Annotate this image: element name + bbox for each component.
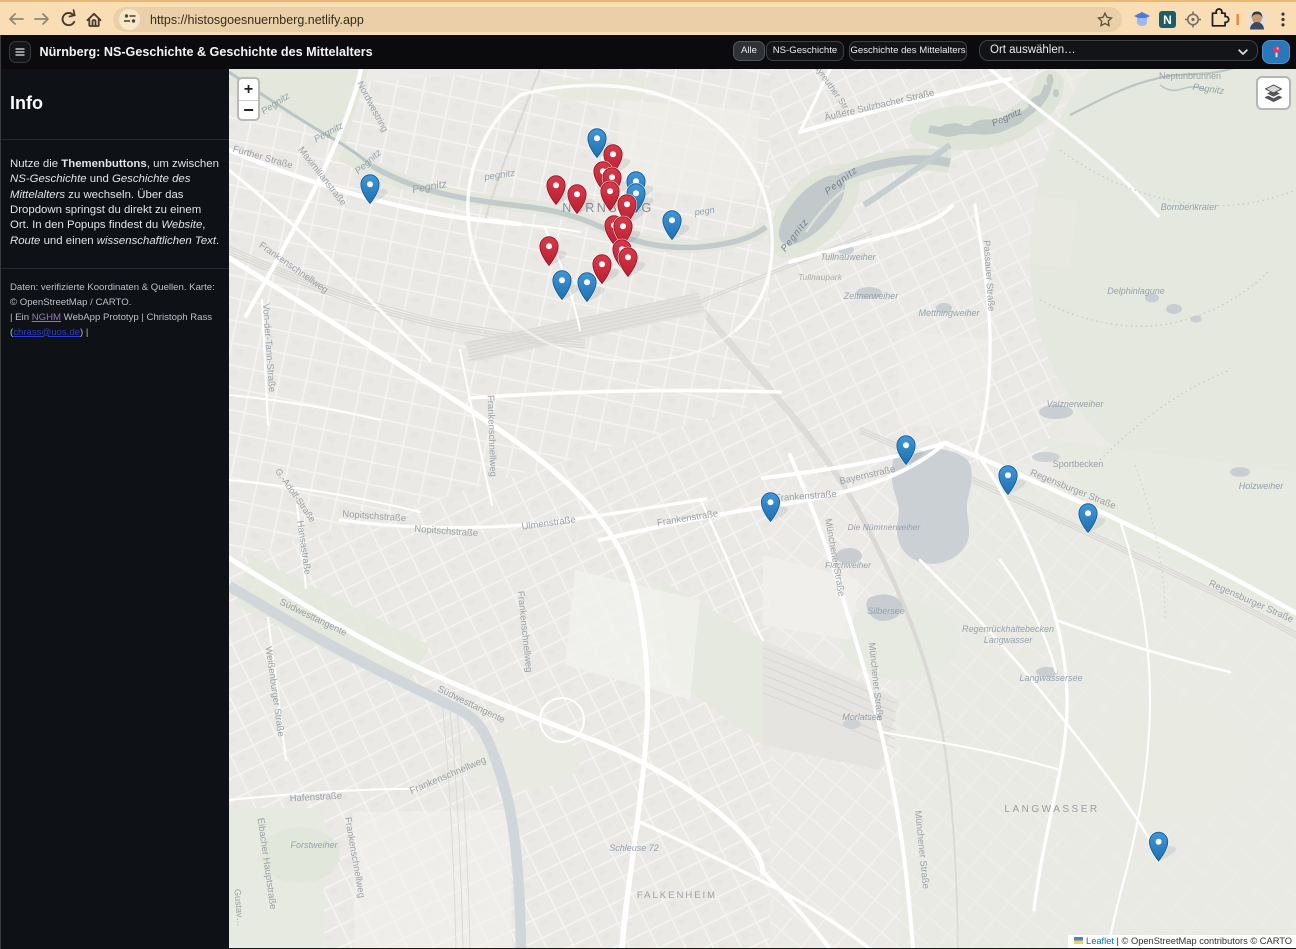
svg-text:LANGWASSER: LANGWASSER <box>1004 804 1099 815</box>
svg-text:Bombenkrater: Bombenkrater <box>1161 202 1219 212</box>
svg-text:FALKENHEIM: FALKENHEIM <box>637 890 717 901</box>
svg-text:Metthingweiher: Metthingweiher <box>918 308 980 318</box>
svg-text:N: N <box>1163 13 1172 27</box>
svg-text:Langwasser: Langwasser <box>984 635 1034 645</box>
svg-text:Die Nümmerweiher: Die Nümmerweiher <box>848 522 922 532</box>
svg-text:Silbersee: Silbersee <box>867 606 905 616</box>
svg-text:Tullnaupark: Tullnaupark <box>798 272 843 282</box>
svg-text:Zeltnerweiher: Zeltnerweiher <box>843 291 900 301</box>
svg-text:Tullnauweiher: Tullnauweiher <box>820 252 876 262</box>
svg-text:Flachweiher: Flachweiher <box>825 560 872 570</box>
svg-text:Valznerweiher: Valznerweiher <box>1047 399 1105 409</box>
svg-text:Schleuse 72: Schleuse 72 <box>609 843 659 853</box>
svg-text:Delphinlagune: Delphinlagune <box>1107 286 1165 296</box>
svg-text:Regenrückhaltebecken: Regenrückhaltebecken <box>962 624 1054 634</box>
svg-text:Morlatsee: Morlatsee <box>842 712 882 722</box>
svg-text:Sportbecken: Sportbecken <box>1053 459 1104 469</box>
svg-text:Holzweiher: Holzweiher <box>1239 481 1285 491</box>
svg-text:Langwassersee: Langwassersee <box>1019 673 1082 683</box>
svg-text:Neptunbrunnen: Neptunbrunnen <box>1159 71 1221 81</box>
svg-text:Forstweiher: Forstweiher <box>290 840 338 850</box>
